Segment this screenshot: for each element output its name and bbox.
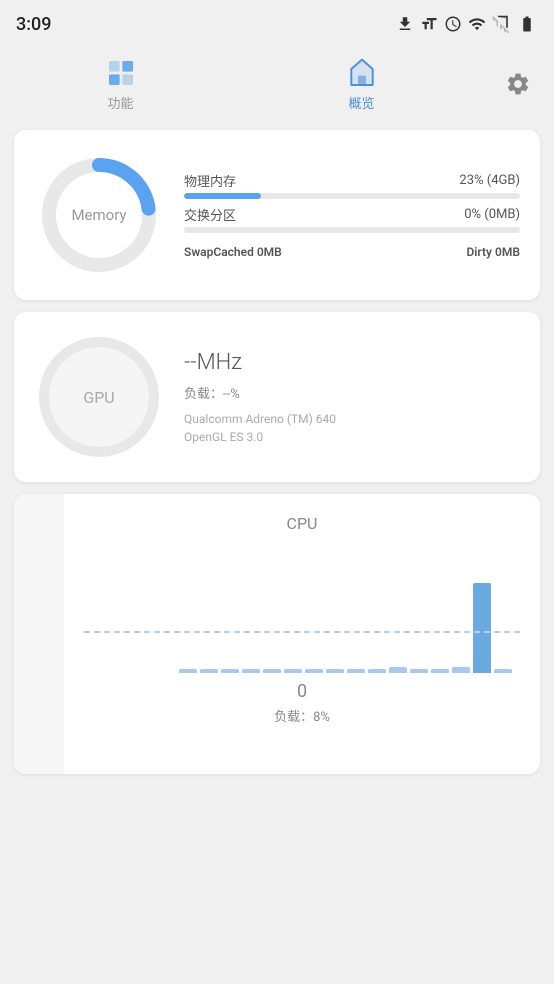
gpu-circle: GPU — [34, 332, 164, 462]
gpu-load: 负载：--% — [184, 383, 520, 402]
memory-donut: Memory — [34, 150, 164, 280]
cpu-bar — [431, 669, 449, 674]
cpu-bar — [452, 667, 470, 673]
memory-card: Memory 物理内存 23% (4GB) 交换分区 0% (0MB) — [14, 130, 540, 300]
memory-donut-label: Memory — [71, 206, 126, 224]
settings-icon — [505, 71, 531, 97]
gpu-card: GPU --MHz 负载：--% Qualcomm Adreno (TM) 64… — [14, 312, 540, 482]
cpu-bar — [494, 669, 512, 673]
status-icons — [396, 15, 538, 33]
physical-value: 23% (4GB) — [459, 173, 520, 188]
physical-bar-fill — [184, 193, 261, 199]
cpu-left-panel — [14, 494, 64, 774]
settings-button[interactable] — [482, 71, 554, 97]
cpu-bar — [200, 669, 218, 673]
physical-bar-bg — [184, 193, 520, 199]
cpu-card: CPU 0 负载：8% — [14, 494, 540, 774]
swap-label: 交换分区 — [184, 205, 236, 224]
gpu-load-value: --% — [223, 387, 240, 402]
cpu-bar — [347, 669, 365, 673]
cpu-load-label: 负载： — [274, 710, 313, 725]
cpu-count: 0 — [297, 681, 307, 702]
cpu-bar — [410, 669, 428, 673]
gpu-load-label: 负载： — [184, 387, 223, 402]
gpu-opengl: OpenGL ES 3.0 — [184, 430, 520, 444]
cpu-bar — [263, 669, 281, 673]
clock-icon — [444, 15, 462, 33]
dirty-value: 0MB — [495, 245, 520, 259]
gpu-circle-bg: GPU — [39, 337, 159, 457]
nav-item-functions[interactable]: 功能 — [0, 48, 241, 120]
cpu-stats: 0 负载：8% — [274, 681, 330, 725]
memory-details: SwapCached 0MB Dirty 0MB — [184, 245, 520, 259]
status-bar: 3:09 — [0, 0, 554, 48]
battery-icon — [516, 15, 538, 33]
gpu-circle-label: GPU — [83, 388, 114, 407]
physical-memory-row: 物理内存 23% (4GB) — [184, 171, 520, 199]
swap-cached-detail: SwapCached 0MB — [184, 245, 282, 259]
signal-icon — [492, 15, 510, 33]
cpu-bar — [389, 667, 407, 673]
cpu-load: 负载：8% — [274, 706, 330, 725]
cpu-bar — [179, 669, 197, 673]
gpu-info: --MHz 负载：--% Qualcomm Adreno (TM) 640 Op… — [184, 350, 520, 444]
cpu-bar — [305, 669, 323, 673]
cpu-bar — [473, 583, 491, 673]
cpu-bar — [242, 669, 260, 673]
swap-cached-value: 0MB — [257, 245, 282, 259]
physical-label: 物理内存 — [184, 171, 236, 190]
download-icon — [396, 15, 414, 33]
swap-value: 0% (0MB) — [464, 207, 520, 222]
font-icon — [420, 15, 438, 33]
gpu-mhz: --MHz — [184, 350, 520, 375]
nav-item-overview[interactable]: 概览 — [241, 48, 482, 120]
cpu-right-panel: CPU 0 负载：8% — [64, 494, 540, 774]
cpu-dashed-line — [84, 631, 520, 633]
memory-info: 物理内存 23% (4GB) 交换分区 0% (0MB) — [184, 171, 520, 259]
cpu-bar — [221, 669, 239, 674]
cpu-bar — [326, 669, 344, 674]
swap-cached-label: SwapCached — [184, 245, 254, 259]
cpu-title: CPU — [287, 514, 318, 533]
main-content: Memory 物理内存 23% (4GB) 交换分区 0% (0MB) — [0, 120, 554, 784]
nav-bar: 功能 概览 — [0, 48, 554, 120]
status-time: 3:09 — [16, 14, 51, 35]
swap-bar-bg — [184, 227, 520, 233]
overview-icon — [346, 57, 378, 89]
nav-label-functions: 功能 — [107, 93, 133, 112]
cpu-bar — [368, 669, 386, 674]
cpu-chart-area — [84, 543, 520, 673]
cpu-load-value: 8% — [313, 710, 330, 725]
swap-row: 交换分区 0% (0MB) — [184, 205, 520, 233]
functions-icon — [105, 57, 137, 89]
gpu-name: Qualcomm Adreno (TM) 640 — [184, 412, 520, 426]
wifi-icon — [468, 15, 486, 33]
dirty-label: Dirty — [466, 245, 492, 259]
dirty-detail: Dirty 0MB — [466, 245, 520, 259]
nav-label-overview: 概览 — [348, 93, 374, 112]
cpu-bar — [284, 669, 302, 673]
